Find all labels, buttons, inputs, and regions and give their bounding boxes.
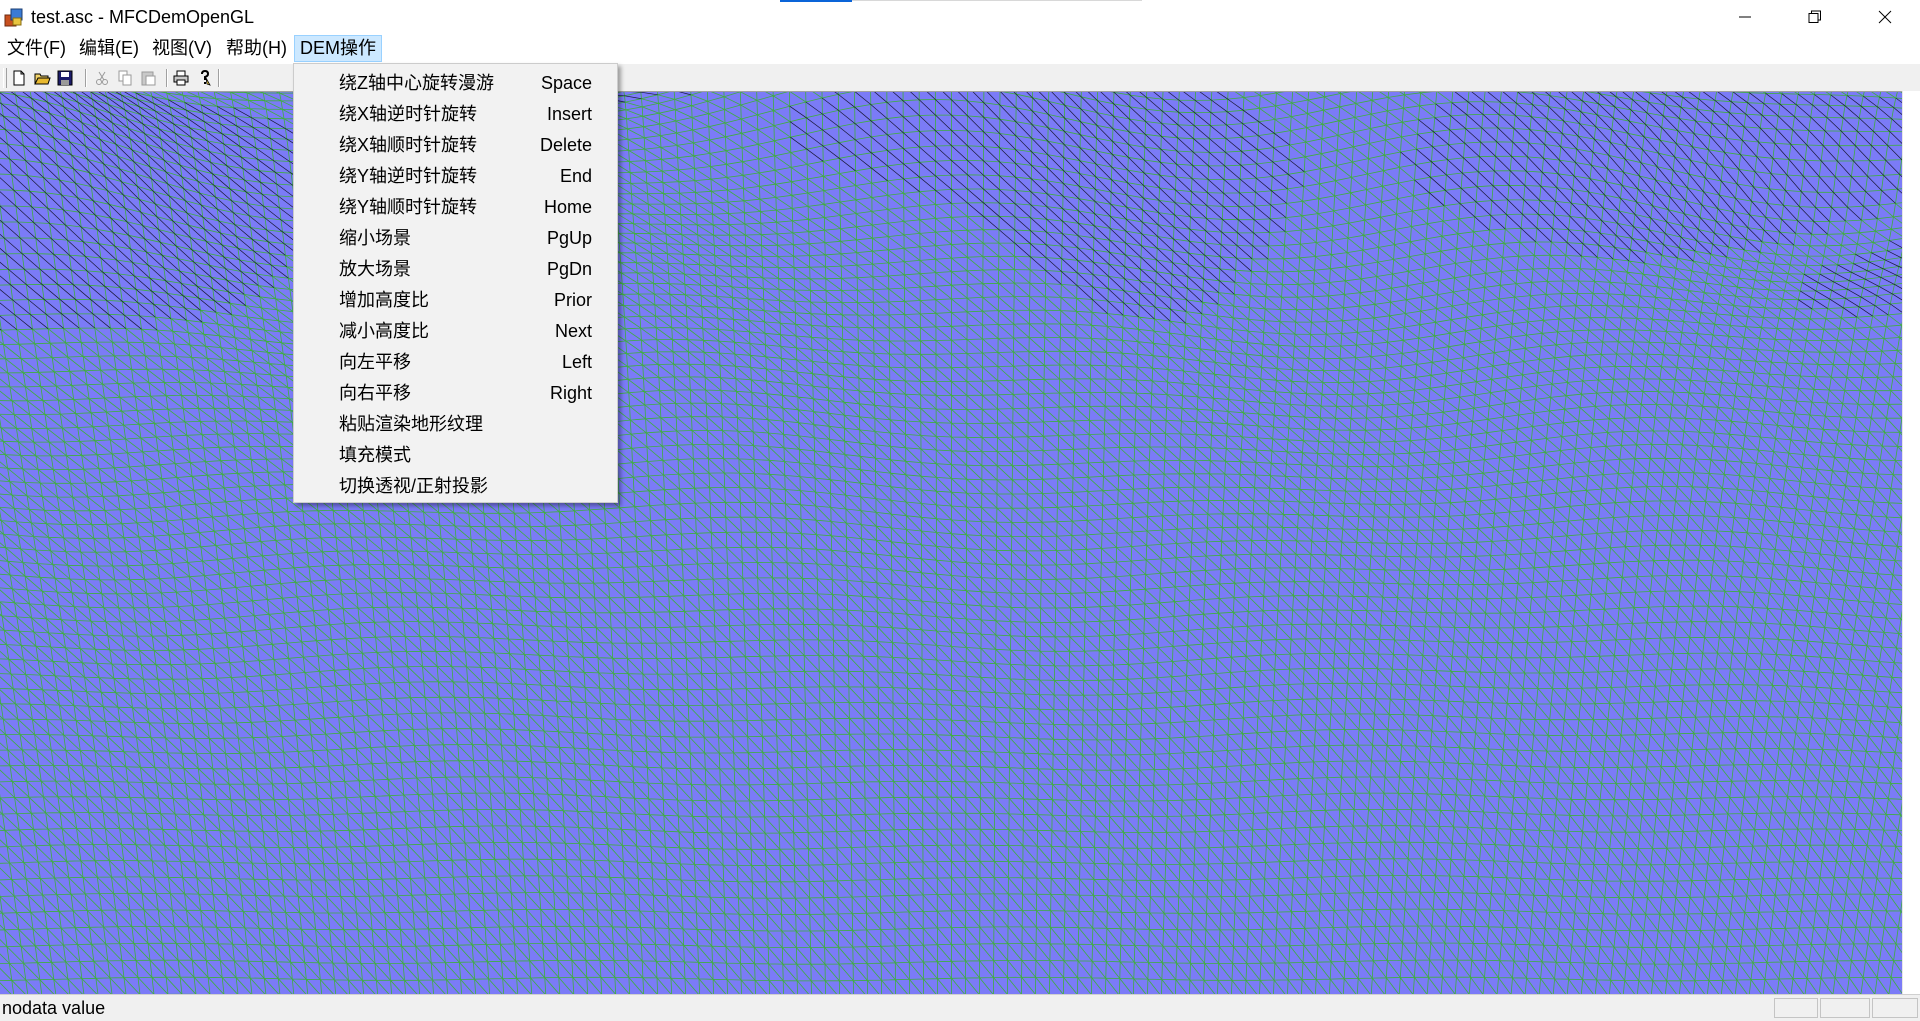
vertical-scrollbar[interactable] xyxy=(1902,91,1920,994)
menu-item-label: 减小高度比 xyxy=(339,321,429,341)
menu-paste-terrain-texture[interactable]: 粘贴渲染地形纹理 xyxy=(294,409,617,440)
menu-item-shortcut: Right xyxy=(549,383,592,403)
menu-item-shortcut: Delete xyxy=(539,135,592,155)
menu-item-label: 绕X轴逆时针旋转 xyxy=(339,104,478,124)
open-icon[interactable] xyxy=(33,69,51,87)
paste-icon[interactable] xyxy=(139,69,157,87)
menu-item-shortcut: PgUp xyxy=(546,228,592,248)
menu-item-shortcut: Insert xyxy=(546,104,592,124)
status-pane-num xyxy=(1820,998,1870,1018)
menu-item-shortcut: Left xyxy=(561,352,592,372)
menu-item-label: 粘贴渲染地形纹理 xyxy=(339,414,483,434)
restore-button[interactable] xyxy=(1780,0,1850,34)
status-pane-scrl xyxy=(1872,998,1918,1018)
status-pane-cap xyxy=(1774,998,1818,1018)
minimize-button[interactable] xyxy=(1710,0,1780,34)
menu-help[interactable]: 帮助(H) xyxy=(221,35,292,62)
menu-rotate-x-ccw[interactable]: 绕X轴逆时针旋转 Insert xyxy=(294,99,617,130)
toolbar-grip[interactable] xyxy=(3,68,7,88)
menu-item-label: 缩小场景 xyxy=(339,228,411,248)
close-icon xyxy=(1878,10,1892,24)
menu-rotate-z-roam[interactable]: 绕Z轴中心旋转漫游 Space xyxy=(294,68,617,99)
menu-item-label: 放大场景 xyxy=(339,259,411,279)
menu-item-label: 增加高度比 xyxy=(339,290,429,310)
toolbar xyxy=(0,63,1920,92)
menu-rotate-x-cw[interactable]: 绕X轴顺时针旋转 Delete xyxy=(294,130,617,161)
menu-item-label: 切换透视/正射投影 xyxy=(339,476,489,496)
dem-operations-dropdown: 绕Z轴中心旋转漫游 Space 绕X轴逆时针旋转 Insert 绕X轴顺时针旋转… xyxy=(293,63,618,503)
menu-item-label: 绕X轴顺时针旋转 xyxy=(339,135,478,155)
close-button[interactable] xyxy=(1850,0,1920,34)
cut-icon[interactable] xyxy=(93,69,111,87)
menu-zoom-in[interactable]: 放大场景 PgDn xyxy=(294,254,617,285)
menu-fill-mode[interactable]: 填充模式 xyxy=(294,440,617,471)
menu-edit[interactable]: 编辑(E) xyxy=(74,35,144,62)
menu-item-label: 向左平移 xyxy=(339,352,411,372)
status-bar: nodata value xyxy=(0,994,1920,1021)
menu-toggle-projection[interactable]: 切换透视/正射投影 xyxy=(294,471,617,502)
menu-rotate-y-cw[interactable]: 绕Y轴顺时针旋转 Home xyxy=(294,192,617,223)
save-icon[interactable] xyxy=(56,69,74,87)
menu-rotate-y-ccw[interactable]: 绕Y轴逆时针旋转 End xyxy=(294,161,617,192)
menu-item-shortcut: Prior xyxy=(553,290,592,310)
status-text: nodata value xyxy=(2,998,106,1018)
new-icon[interactable] xyxy=(10,69,28,87)
menu-item-label: 向右平移 xyxy=(339,383,411,403)
toolbar-separator xyxy=(218,69,220,87)
menu-increase-height-ratio[interactable]: 增加高度比 Prior xyxy=(294,285,617,316)
menu-pan-right[interactable]: 向右平移 Right xyxy=(294,378,617,409)
menu-item-shortcut: PgDn xyxy=(546,259,592,279)
title-divider-line xyxy=(852,0,1142,1)
toolbar-separator xyxy=(85,69,87,87)
menu-item-shortcut: Home xyxy=(543,197,592,217)
app-icon xyxy=(4,8,23,27)
dem-3d-viewport[interactable] xyxy=(0,91,1920,995)
menu-bar: 文件(F) 编辑(E) 视图(V) 帮助(H) DEM操作 xyxy=(0,34,1920,64)
menu-item-label: 填充模式 xyxy=(339,445,411,465)
menu-item-label: 绕Z轴中心旋转漫游 xyxy=(339,73,494,93)
title-bar: test.asc - MFCDemOpenGL xyxy=(0,0,1920,34)
copy-icon[interactable] xyxy=(116,69,134,87)
menu-decrease-height-ratio[interactable]: 减小高度比 Next xyxy=(294,316,617,347)
help-icon[interactable] xyxy=(196,69,214,87)
minimize-icon xyxy=(1739,16,1751,18)
menu-item-shortcut: Next xyxy=(554,321,592,341)
menu-item-label: 绕Y轴逆时针旋转 xyxy=(339,166,478,186)
print-icon[interactable] xyxy=(172,69,190,87)
menu-view[interactable]: 视图(V) xyxy=(147,35,217,62)
menu-zoom-out[interactable]: 缩小场景 PgUp xyxy=(294,223,617,254)
title-accent-line xyxy=(780,0,852,2)
menu-item-label: 绕Y轴顺时针旋转 xyxy=(339,197,478,217)
menu-item-shortcut: End xyxy=(559,166,592,186)
toolbar-separator xyxy=(166,69,168,87)
menu-file[interactable]: 文件(F) xyxy=(2,35,71,62)
terrain-wireframe-mesh xyxy=(0,92,1903,995)
menu-item-shortcut: Space xyxy=(540,73,592,93)
window-title: test.asc - MFCDemOpenGL xyxy=(31,7,255,27)
menu-pan-left[interactable]: 向左平移 Left xyxy=(294,347,617,378)
mesh-lines-green xyxy=(0,92,1903,995)
restore-icon xyxy=(1808,10,1821,23)
menu-dem-operations[interactable]: DEM操作 xyxy=(294,35,382,62)
